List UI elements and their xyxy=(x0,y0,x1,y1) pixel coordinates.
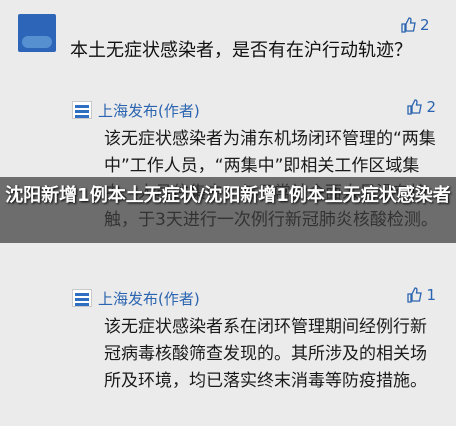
reply-author[interactable]: 上海发布(作者) xyxy=(98,288,200,309)
reply-2: 上海发布(作者) 1 该无症状感染者系在闭环管理期间经例行新冠病毒核酸筛查发现的… xyxy=(72,286,442,395)
reply-like[interactable]: 2 xyxy=(406,98,436,116)
commenter-avatar[interactable] xyxy=(18,14,56,52)
author-avatar[interactable] xyxy=(72,289,92,307)
reply-like[interactable]: 1 xyxy=(406,286,436,304)
reply-like-count: 2 xyxy=(426,98,436,116)
reply-like-count: 1 xyxy=(426,286,436,304)
comment-text: 本土无症状感染者，是否有在沪行动轨迹？ xyxy=(70,40,412,61)
thumbs-up-icon xyxy=(401,17,416,33)
headline-text: 沈阳新增1例本土无症状/沈阳新增1例本土无症状感染者 xyxy=(5,185,451,206)
reply-text: 该无症状感染者系在闭环管理期间经例行新冠病毒核酸筛查发现的。其所涉及的相关场所及… xyxy=(104,317,427,391)
thumbs-up-icon xyxy=(407,287,423,303)
comment-like-count: 2 xyxy=(420,16,430,34)
author-avatar[interactable] xyxy=(72,101,92,119)
reply-author[interactable]: 上海发布(作者) xyxy=(98,100,200,121)
comment-like[interactable]: 2 xyxy=(400,16,430,34)
thumbs-up-icon xyxy=(407,99,423,115)
